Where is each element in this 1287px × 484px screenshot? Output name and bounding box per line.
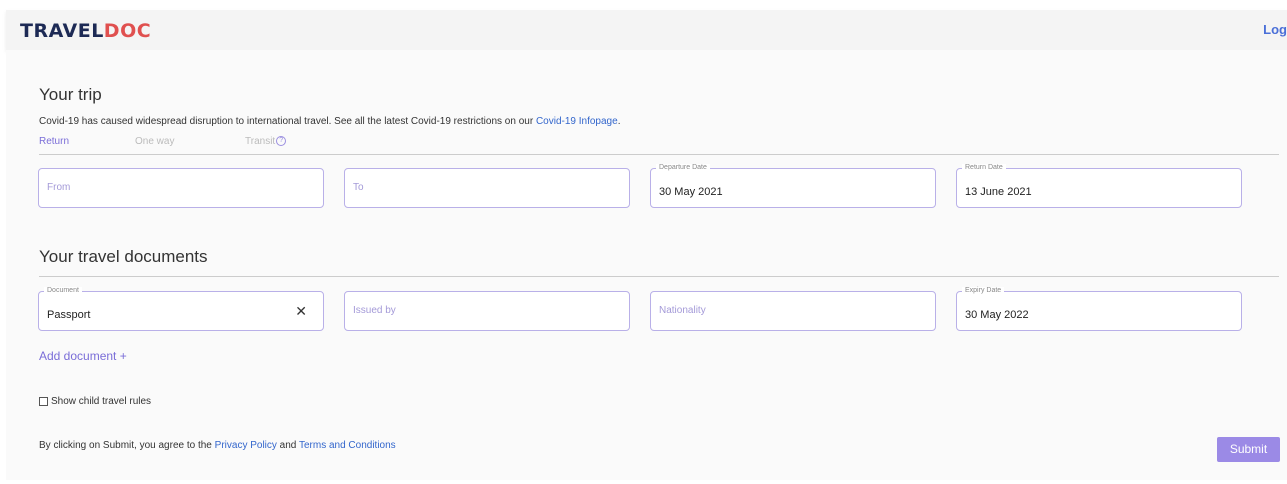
- agree-text: By clicking on Submit, you agree to the: [39, 440, 215, 451]
- issued-by-placeholder: Issued by: [353, 305, 396, 316]
- departure-date-field[interactable]: Departure Date 30 May 2021: [650, 164, 936, 208]
- documents-divider: [39, 276, 1279, 277]
- covid-notice: Covid-19 has caused widespread disruptio…: [39, 116, 620, 127]
- expiry-date-value: 30 May 2022: [965, 309, 1029, 321]
- submit-button[interactable]: Submit: [1217, 437, 1280, 462]
- document-field[interactable]: Document Passport ✕: [38, 287, 324, 331]
- top-navigation-bar: TRAVELDOC Log: [6, 10, 1287, 50]
- notice-text: Covid-19 has caused widespread disruptio…: [39, 116, 536, 127]
- document-label: Document: [44, 287, 82, 294]
- tab-return[interactable]: Return: [39, 136, 69, 147]
- main-content: Your trip Covid-19 has caused widespread…: [6, 50, 1287, 480]
- privacy-policy-link[interactable]: Privacy Policy: [215, 440, 277, 451]
- child-rules-label: Show child travel rules: [51, 396, 152, 407]
- terms-link[interactable]: Terms and Conditions: [299, 440, 396, 451]
- and-text: and: [276, 440, 299, 451]
- return-date-field[interactable]: Return Date 13 June 2021: [956, 164, 1242, 208]
- expiry-date-field[interactable]: Expiry Date 30 May 2022: [956, 287, 1242, 331]
- logo-main-text: TRAVEL: [20, 20, 104, 42]
- page: TRAVELDOC Log Your trip Covid-19 has cau…: [0, 0, 1287, 484]
- return-date-label: Return Date: [962, 164, 1006, 171]
- tab-one-way[interactable]: One way: [135, 136, 174, 147]
- your-trip-heading: Your trip: [39, 85, 102, 104]
- help-icon[interactable]: ?: [276, 136, 287, 146]
- login-link[interactable]: Log: [1263, 22, 1287, 37]
- trip-type-tabs: Return One way Transit?: [39, 132, 1279, 154]
- document-value: Passport: [47, 309, 91, 321]
- departure-date-label: Departure Date: [656, 164, 710, 171]
- covid-infopage-link[interactable]: Covid-19 Infopage: [536, 116, 618, 127]
- notice-end: .: [617, 116, 621, 127]
- to-field[interactable]: To: [344, 168, 630, 208]
- child-rules-checkbox[interactable]: [39, 397, 48, 406]
- nationality-placeholder: Nationality: [659, 305, 706, 316]
- logo-accent-text: DOC: [103, 20, 152, 42]
- travel-documents-heading: Your travel documents: [39, 247, 208, 266]
- tab-transit[interactable]: Transit?: [245, 136, 287, 147]
- close-icon[interactable]: ✕: [295, 304, 307, 318]
- departure-date-value: 30 May 2021: [659, 186, 723, 198]
- nationality-field[interactable]: Nationality: [650, 291, 936, 331]
- add-document-button[interactable]: Add document +: [39, 349, 127, 363]
- traveldoc-logo[interactable]: TRAVELDOC: [20, 20, 151, 42]
- trip-divider: [39, 154, 1279, 155]
- issued-by-field[interactable]: Issued by: [344, 291, 630, 331]
- expiry-date-label: Expiry Date: [962, 287, 1005, 294]
- agreement-text: By clicking on Submit, you agree to the …: [39, 440, 396, 451]
- return-date-value: 13 June 2021: [965, 186, 1032, 198]
- tab-transit-label: Transit: [245, 136, 276, 147]
- to-placeholder: To: [353, 182, 364, 193]
- from-placeholder: From: [47, 182, 71, 193]
- child-rules-option[interactable]: Show child travel rules: [39, 396, 151, 407]
- from-field[interactable]: From: [38, 168, 324, 208]
